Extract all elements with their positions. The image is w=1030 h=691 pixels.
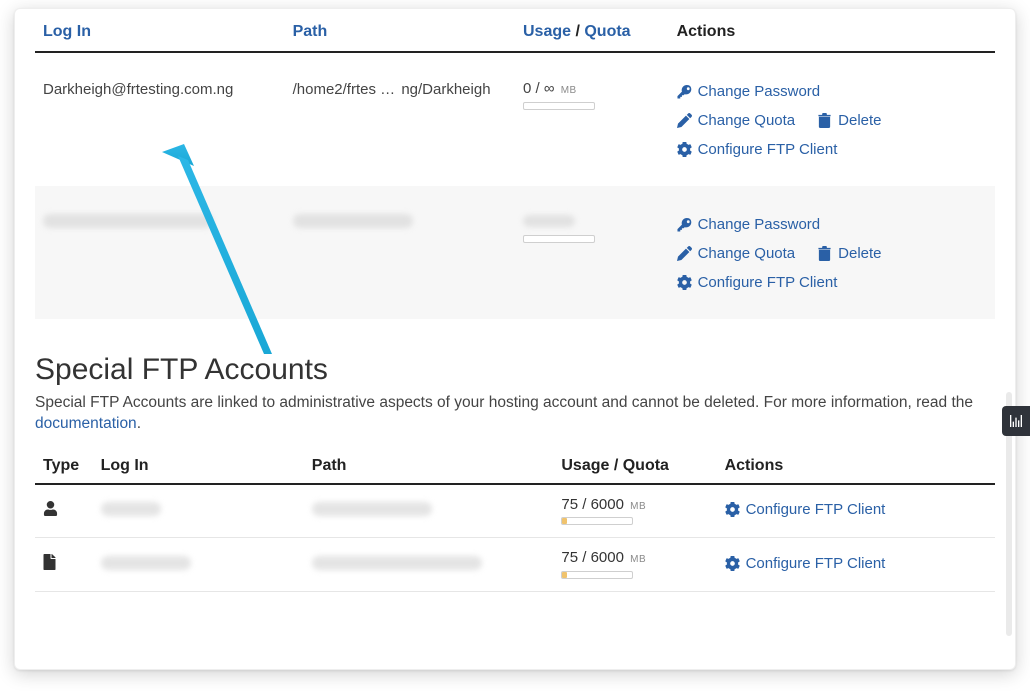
trash-icon xyxy=(817,113,832,128)
pencil-icon xyxy=(677,113,692,128)
user-icon xyxy=(43,501,58,520)
table-row: 75 / 6000 MB Configure FTP Client xyxy=(35,538,995,592)
usage-bar xyxy=(561,571,633,579)
gear-icon xyxy=(677,142,692,157)
delete-link[interactable]: Delete xyxy=(817,245,881,262)
special-ftp-title: Special FTP Accounts xyxy=(35,353,995,387)
ftp-accounts-panel: Log In Path Usage / Quota Actions Darkhe… xyxy=(14,8,1016,670)
key-icon xyxy=(677,217,692,232)
col-path: Path xyxy=(304,449,554,484)
configure-ftp-link[interactable]: Configure FTP Client xyxy=(725,555,886,572)
usage-bar xyxy=(523,102,595,110)
usage-cell: 0 / ∞ MB xyxy=(515,52,669,186)
path-cell: /home2/frtes … ng/Darkheigh xyxy=(285,52,515,186)
col-login: Log In xyxy=(93,449,304,484)
table-row: Darkheigh@frtesting.com.ng /home2/frtes … xyxy=(35,52,995,186)
gear-icon xyxy=(725,556,740,571)
trash-icon xyxy=(817,246,832,261)
special-ftp-table: Type Log In Path Usage / Quota Actions 7… xyxy=(35,449,995,592)
table-row: 75 / 6000 MB Configure FTP Client xyxy=(35,484,995,538)
col-usage-quota: Usage / Quota xyxy=(553,449,716,484)
login-cell: Darkheigh@frtesting.com.ng xyxy=(35,52,285,186)
col-quota: Quota xyxy=(584,23,630,40)
documentation-link[interactable]: documentation xyxy=(35,415,137,432)
delete-link[interactable]: Delete xyxy=(817,112,881,129)
configure-ftp-link[interactable]: Configure FTP Client xyxy=(677,274,838,291)
configure-ftp-link[interactable]: Configure FTP Client xyxy=(677,141,838,158)
col-path[interactable]: Path xyxy=(285,9,515,52)
side-tab-button[interactable] xyxy=(1002,406,1030,436)
usage-bar xyxy=(523,235,595,243)
gear-icon xyxy=(677,275,692,290)
col-actions: Actions xyxy=(669,9,995,52)
ftp-accounts-table: Log In Path Usage / Quota Actions Darkhe… xyxy=(35,9,995,319)
col-actions: Actions xyxy=(717,449,995,484)
key-icon xyxy=(677,84,692,99)
col-login[interactable]: Log In xyxy=(35,9,285,52)
chart-icon xyxy=(1008,413,1024,429)
change-quota-link[interactable]: Change Quota xyxy=(677,112,796,129)
col-type: Type xyxy=(35,449,93,484)
pencil-icon xyxy=(677,246,692,261)
change-quota-link[interactable]: Change Quota xyxy=(677,245,796,262)
file-icon xyxy=(43,555,56,574)
table-row: Change Password Change Quota Delete xyxy=(35,186,995,319)
change-password-link[interactable]: Change Password xyxy=(677,83,821,100)
change-password-link[interactable]: Change Password xyxy=(677,216,821,233)
col-usage-quota[interactable]: Usage / Quota xyxy=(515,9,669,52)
usage-bar xyxy=(561,517,633,525)
gear-icon xyxy=(725,502,740,517)
configure-ftp-link[interactable]: Configure FTP Client xyxy=(725,501,886,518)
special-ftp-description: Special FTP Accounts are linked to admin… xyxy=(35,393,995,435)
col-usage: Usage xyxy=(523,23,571,40)
